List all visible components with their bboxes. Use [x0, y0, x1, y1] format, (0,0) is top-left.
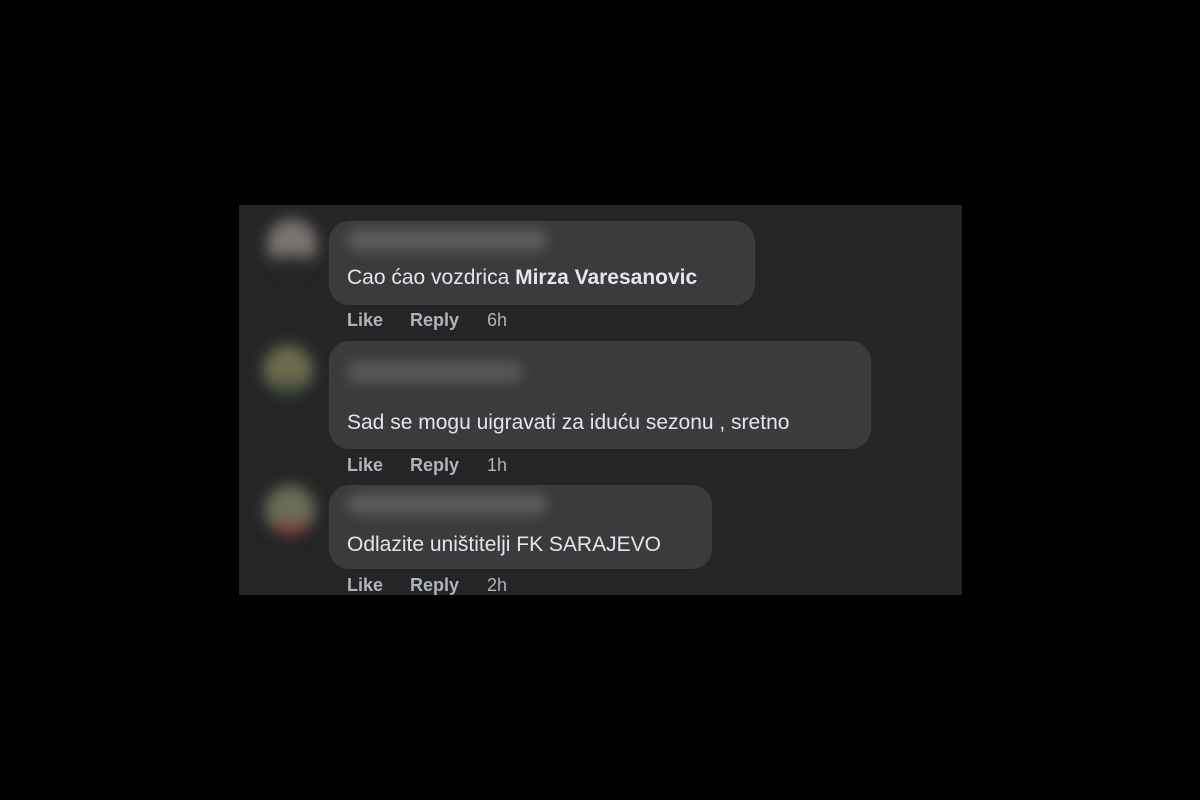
comment-timestamp[interactable]: 6h [487, 310, 507, 331]
comment-timestamp[interactable]: 2h [487, 575, 507, 595]
avatar[interactable] [263, 345, 313, 395]
reply-button[interactable]: Reply [410, 310, 459, 331]
comment-timestamp[interactable]: 1h [487, 455, 507, 476]
reply-button[interactable]: Reply [410, 575, 459, 595]
author-name-blurred[interactable] [347, 361, 522, 383]
like-button[interactable]: Like [347, 455, 383, 476]
reply-button[interactable]: Reply [410, 455, 459, 476]
comment-text: Cao ćao vozdrica Mirza Varesanovic [347, 266, 697, 290]
comment-bubble: Sad se mogu uigravati za iduću sezonu , … [329, 341, 871, 449]
avatar[interactable] [267, 219, 317, 269]
like-button[interactable]: Like [347, 310, 383, 331]
author-name-blurred[interactable] [347, 229, 547, 251]
avatar[interactable] [265, 485, 315, 535]
like-button[interactable]: Like [347, 575, 383, 595]
comment-body: Cao ćao vozdrica [347, 266, 516, 289]
comment-text: Sad se mogu uigravati za iduću sezonu , … [347, 411, 789, 435]
comment-body: Odlazite uništitelji FK SARAJEVO [347, 533, 661, 556]
mention-link[interactable]: Mirza Varesanovic [515, 266, 697, 289]
comment-bubble: Cao ćao vozdrica Mirza Varesanovic [329, 221, 755, 305]
comment-bubble: Odlazite uništitelji FK SARAJEVO [329, 485, 712, 569]
comments-panel: Cao ćao vozdrica Mirza Varesanovic Like … [239, 205, 962, 595]
comment-body: Sad se mogu uigravati za iduću sezonu , … [347, 411, 790, 434]
author-name-blurred[interactable] [347, 493, 547, 515]
comment-text: Odlazite uništitelji FK SARAJEVO [347, 533, 661, 557]
